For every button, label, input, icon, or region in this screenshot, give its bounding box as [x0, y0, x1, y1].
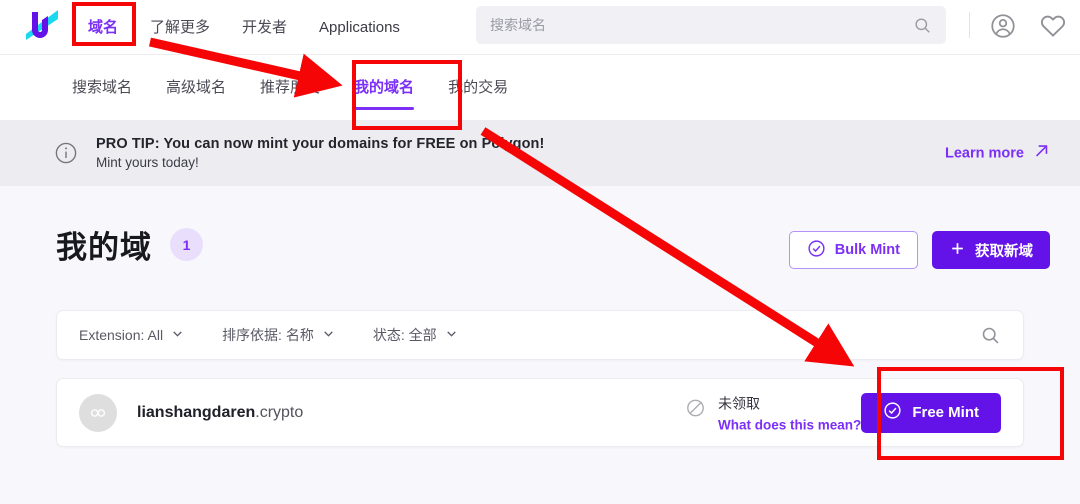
domain-extension: .crypto	[255, 403, 304, 421]
info-icon	[54, 141, 78, 165]
plus-icon	[949, 240, 966, 261]
bulk-mint-label: Bulk Mint	[834, 242, 900, 258]
tab-search-domains[interactable]: 搜索域名	[72, 55, 132, 120]
unstoppable-domains-logo[interactable]	[18, 6, 62, 48]
header-divider	[969, 12, 970, 38]
check-circle-icon	[807, 239, 826, 262]
nav-item-learn-more[interactable]: 了解更多	[134, 0, 226, 55]
tab-premium-domains[interactable]: 高级域名	[166, 55, 226, 120]
account-icon[interactable]	[989, 12, 1017, 40]
top-header: 域名 了解更多 开发者 Applications	[0, 0, 1080, 55]
heart-icon[interactable]	[1039, 12, 1067, 40]
chevron-down-icon	[445, 327, 458, 343]
header-search[interactable]	[476, 6, 946, 44]
banner-title: PRO TIP: You can now mint your domains f…	[96, 136, 545, 152]
bulk-mint-button[interactable]: Bulk Mint	[788, 231, 918, 269]
domain-label: lianshangdaren	[137, 403, 256, 421]
page-title-row: 我的域 1	[56, 222, 203, 267]
page-root: 域名 了解更多 开发者 Applications 搜索域名 搜索域名 高级域名 …	[0, 0, 1080, 504]
get-new-domain-button[interactable]: 获取新域	[932, 231, 1050, 269]
nav-item-applications[interactable]: Applications	[303, 0, 416, 55]
sub-nav: 搜索域名 高级域名 推荐朋友 我的域名 我的交易	[0, 55, 1080, 120]
filter-status[interactable]: 状态: 全部	[373, 325, 458, 345]
tab-my-transactions[interactable]: 我的交易	[448, 55, 508, 120]
main-nav: 域名 了解更多 开发者 Applications	[72, 0, 416, 55]
domain-name: lianshangdaren.crypto	[137, 404, 303, 422]
banner-text: PRO TIP: You can now mint your domains f…	[96, 136, 544, 170]
not-claimed-icon	[685, 397, 706, 418]
learn-more-label: Learn more	[945, 145, 1024, 161]
filter-extension-label: Extension: All	[79, 327, 164, 343]
what-does-this-mean-link[interactable]: What does this mean?	[718, 417, 861, 432]
page-title: 我的域	[56, 230, 152, 265]
filter-extension[interactable]: Extension: All	[79, 327, 184, 343]
table-row[interactable]: lianshangdaren.crypto 未领取 What does this…	[56, 378, 1024, 447]
status-badge: 未领取	[718, 395, 760, 411]
banner-subtitle: Mint yours today!	[96, 155, 199, 170]
get-new-domain-label: 获取新域	[975, 243, 1033, 260]
check-circle-icon	[883, 401, 902, 424]
external-link-icon	[1033, 143, 1050, 164]
nav-item-domains[interactable]: 域名	[72, 0, 134, 55]
learn-more-link[interactable]: Learn more	[945, 143, 1050, 164]
free-mint-button[interactable]: Free Mint	[861, 392, 1001, 433]
nav-item-developers[interactable]: 开发者	[226, 0, 303, 55]
chevron-down-icon	[322, 327, 335, 343]
filter-sort-by[interactable]: 排序依据: 名称	[222, 325, 335, 345]
domain-count-badge: 1	[170, 228, 203, 261]
filter-status-label: 状态: 全部	[372, 327, 437, 343]
filter-bar: Extension: All 排序依据: 名称 状态: 全部	[56, 310, 1024, 360]
tab-my-domains[interactable]: 我的域名	[354, 55, 415, 120]
filter-sort-by-label: 排序依据: 名称	[222, 327, 314, 343]
page-actions: Bulk Mint 获取新域	[788, 231, 1050, 269]
domain-status: 未领取 What does this mean?	[685, 393, 861, 432]
filter-search-icon[interactable]	[980, 325, 1001, 346]
polygon-icon	[79, 393, 117, 432]
free-mint-label: Free Mint	[912, 404, 979, 421]
search-icon[interactable]	[913, 16, 932, 35]
search-input[interactable]	[476, 17, 913, 33]
chevron-down-icon	[171, 327, 184, 343]
tab-refer-friends[interactable]: 推荐朋友	[260, 55, 320, 120]
pro-tip-banner: PRO TIP: You can now mint your domains f…	[0, 120, 1080, 186]
